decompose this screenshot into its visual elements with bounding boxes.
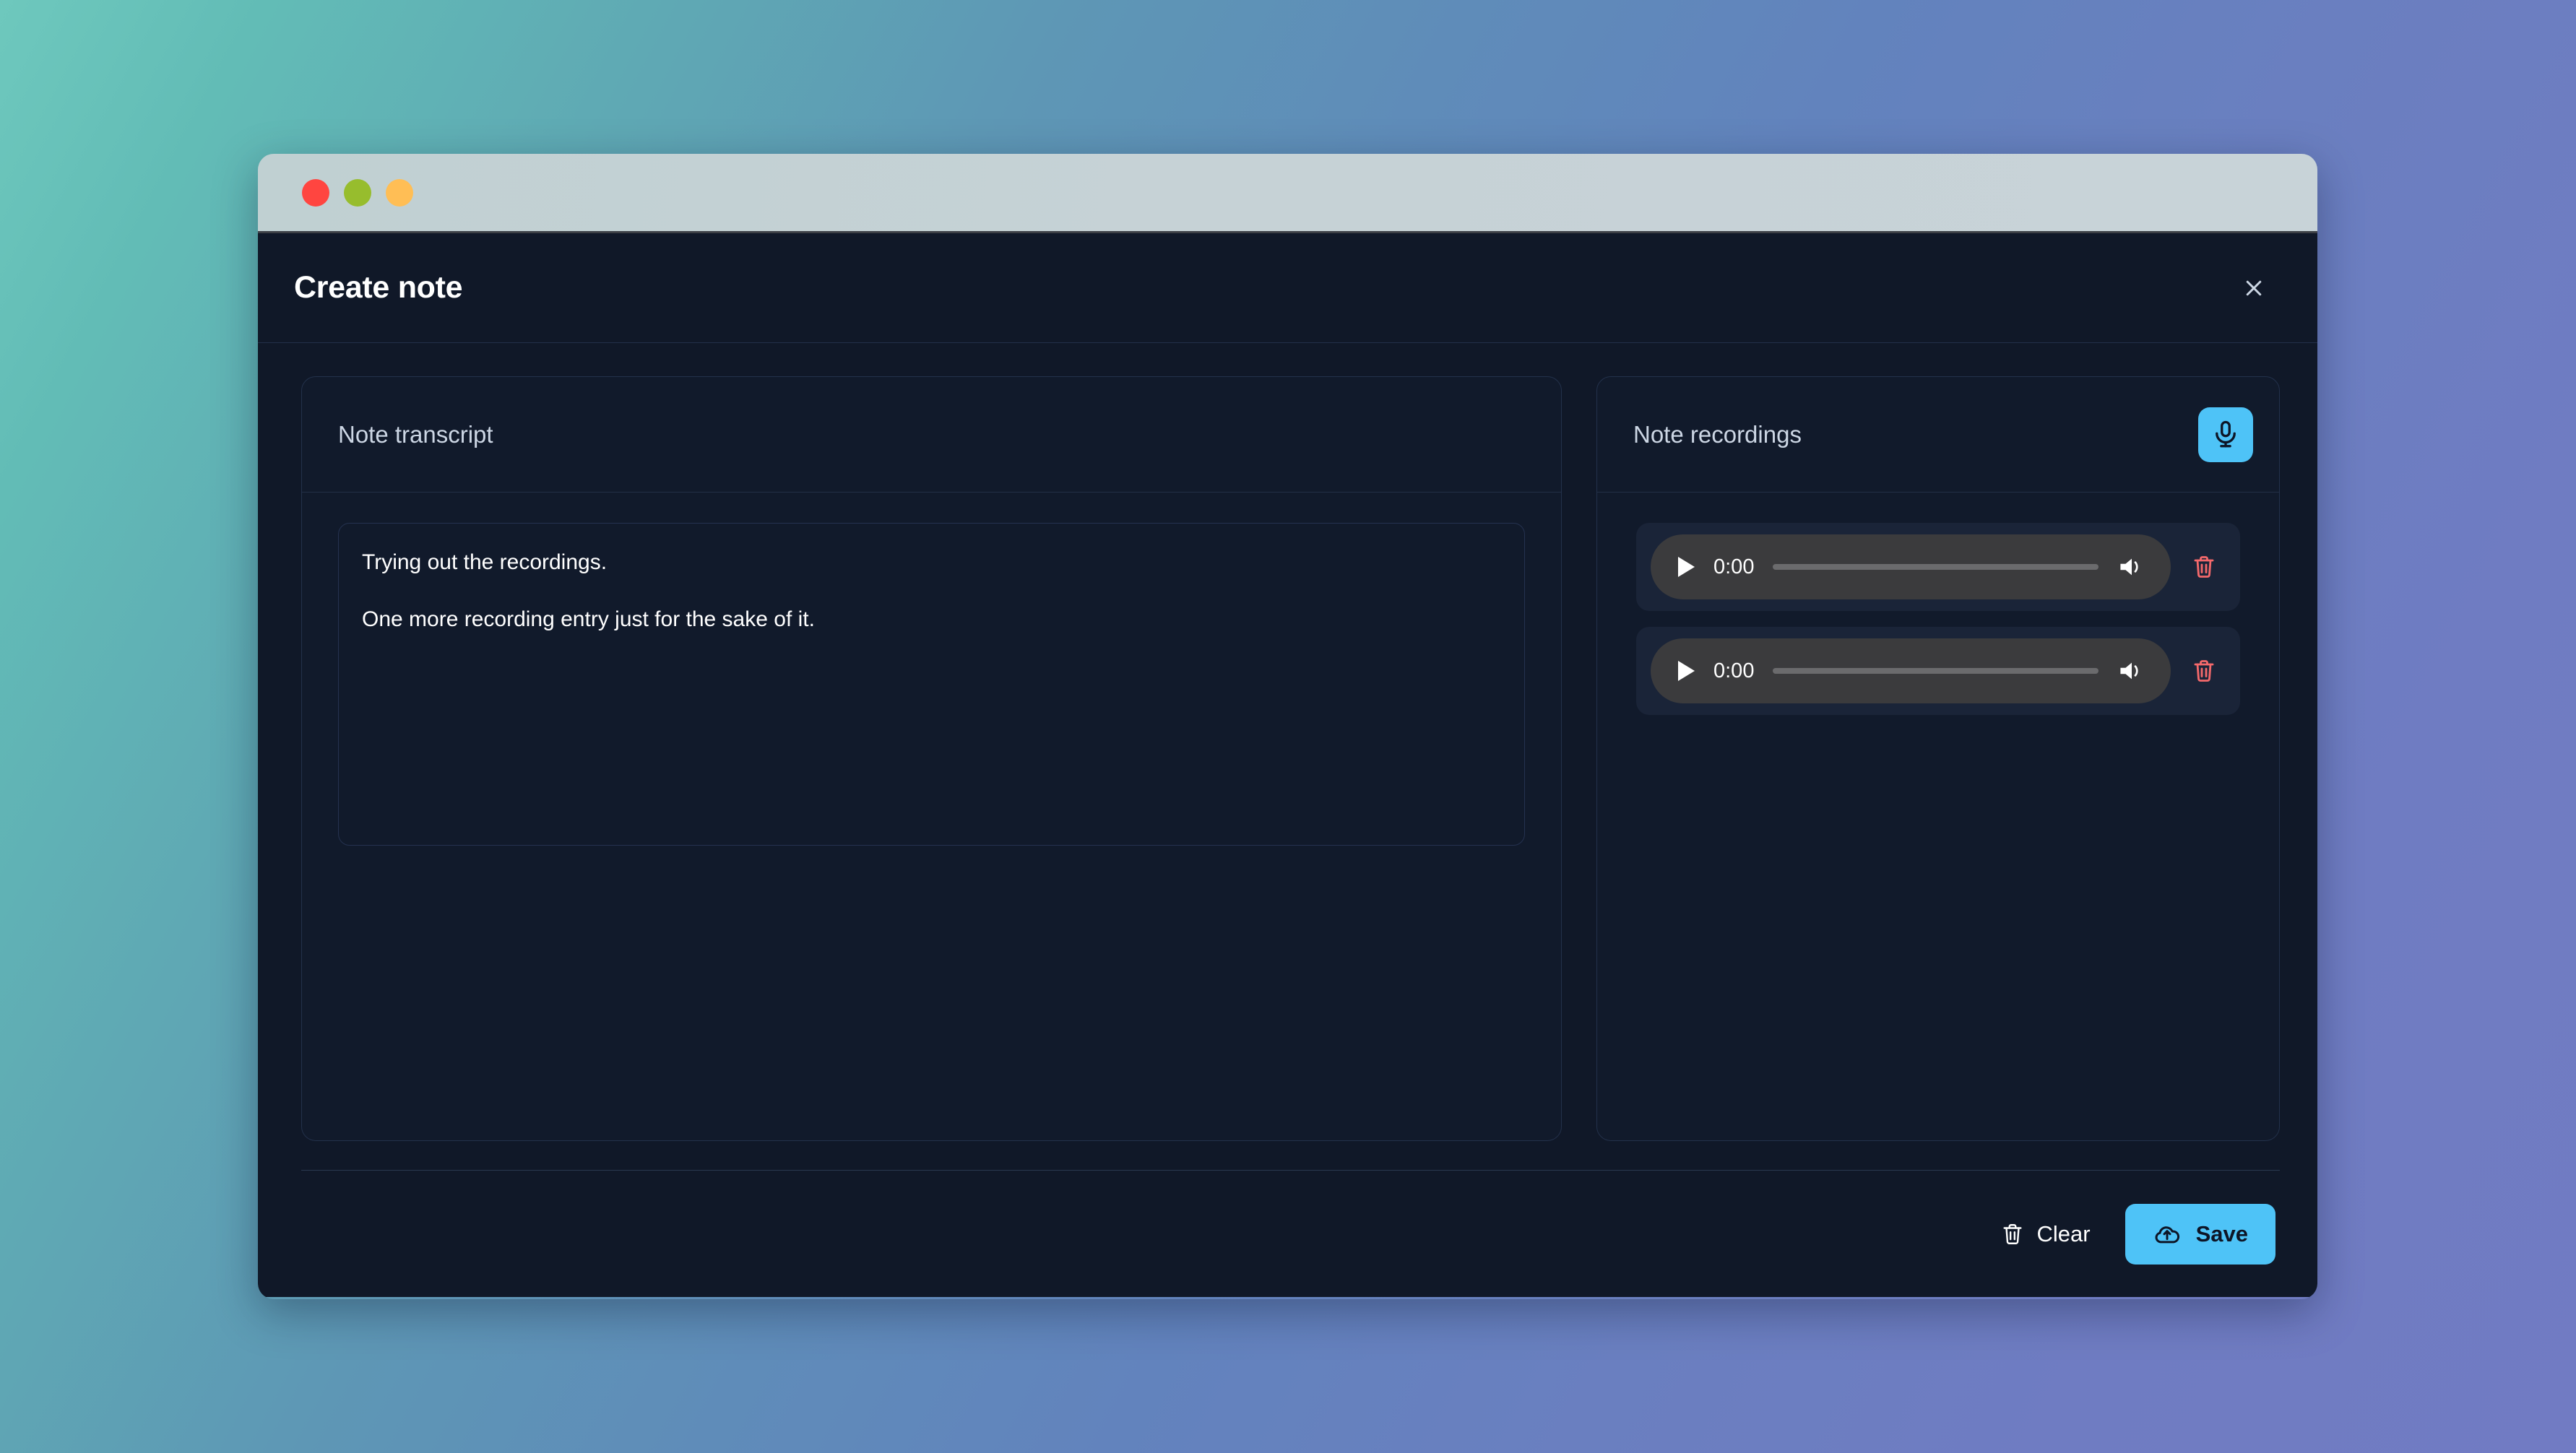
- close-dialog-button[interactable]: [2234, 268, 2274, 308]
- audio-current-time: 0:00: [1713, 659, 1755, 682]
- window-zoom-light[interactable]: [386, 178, 413, 207]
- window-close-light[interactable]: [302, 178, 329, 207]
- delete-recording-button[interactable]: [2184, 651, 2224, 691]
- app-window: Create note Note transcript Trying out t…: [258, 154, 2317, 1299]
- transcript-panel-title: Note transcript: [338, 420, 493, 448]
- audio-player[interactable]: 0:00: [1651, 638, 2171, 703]
- page-title: Create note: [294, 270, 463, 305]
- transcript-line: One more recording entry just for the sa…: [362, 607, 815, 632]
- volume-icon[interactable]: [2117, 659, 2146, 683]
- trash-icon: [2194, 660, 2214, 682]
- transcript-panel-header: Note transcript: [302, 377, 1561, 493]
- dialog-header: Create note: [258, 233, 2317, 343]
- clear-button-label: Clear: [2036, 1220, 2091, 1246]
- cloud-upload-icon: [2155, 1226, 2179, 1243]
- clear-button[interactable]: Clear: [1992, 1211, 2099, 1257]
- audio-current-time: 0:00: [1713, 555, 1755, 578]
- save-button[interactable]: Save: [2125, 1203, 2275, 1265]
- transcript-line: Trying out the recordings.: [362, 550, 608, 574]
- recordings-panel-header: Note recordings: [1597, 377, 2279, 493]
- dialog-footer: Clear Save: [301, 1171, 2280, 1297]
- recording-row: 0:00: [1636, 523, 2240, 611]
- recordings-panel-title: Note recordings: [1633, 420, 1802, 448]
- dialog-content: Note transcript Trying out the recording…: [258, 343, 2317, 1141]
- recordings-list: 0:00 0:00: [1633, 523, 2243, 715]
- close-icon: [2246, 280, 2262, 295]
- save-button-label: Save: [2195, 1220, 2248, 1246]
- delete-recording-button[interactable]: [2184, 547, 2224, 587]
- recordings-panel-body: 0:00 0:00: [1597, 493, 2279, 1140]
- window-titlebar: [258, 154, 2317, 233]
- dialog-footer-wrap: Clear Save: [258, 1141, 2317, 1297]
- volume-icon[interactable]: [2117, 555, 2146, 579]
- transcript-panel-body: Trying out the recordings. One more reco…: [302, 493, 1561, 1140]
- audio-progress-slider[interactable]: [1773, 564, 2099, 570]
- trash-icon: [2002, 1223, 2022, 1244]
- note-transcript-panel: Note transcript Trying out the recording…: [301, 376, 1562, 1141]
- transcript-input[interactable]: Trying out the recordings. One more reco…: [338, 523, 1525, 846]
- play-icon[interactable]: [1678, 557, 1695, 577]
- trash-icon: [2194, 556, 2214, 578]
- record-audio-button[interactable]: [2198, 407, 2253, 462]
- audio-progress-slider[interactable]: [1773, 668, 2099, 674]
- window-minimize-light[interactable]: [344, 178, 371, 207]
- note-recordings-panel: Note recordings 0:00 0:00: [1596, 376, 2280, 1141]
- recording-row: 0:00: [1636, 627, 2240, 715]
- create-note-dialog: Create note Note transcript Trying out t…: [258, 233, 2317, 1297]
- microphone-icon: [2216, 420, 2236, 447]
- audio-player[interactable]: 0:00: [1651, 534, 2171, 599]
- play-icon[interactable]: [1678, 661, 1695, 681]
